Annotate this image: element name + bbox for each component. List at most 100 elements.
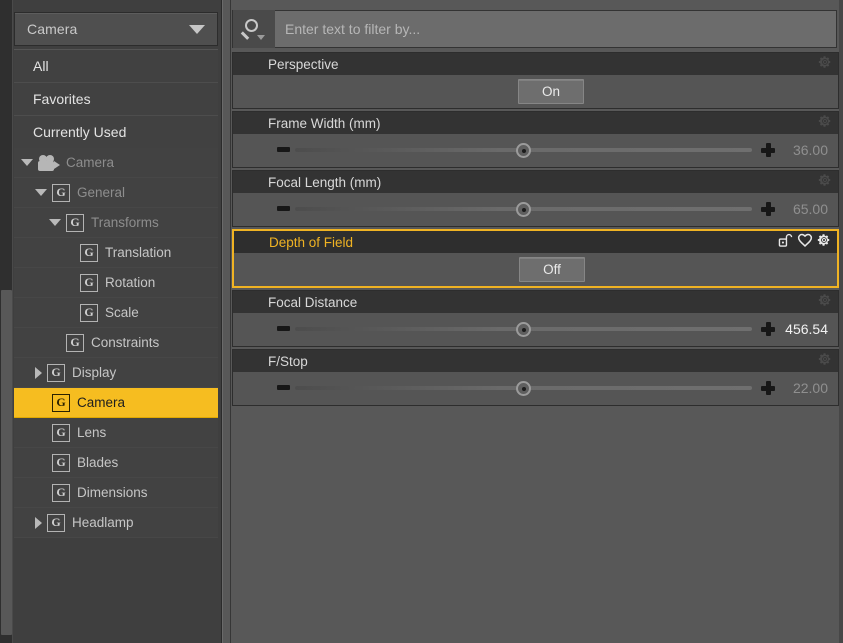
tree-expand-icon[interactable] (35, 516, 42, 529)
increment-button-focal-length-mm[interactable] (761, 202, 775, 216)
slider-handle-focal-distance[interactable] (516, 322, 531, 337)
slider-handle-frame-width-mm[interactable] (516, 143, 531, 158)
tree-twisty-spacer (63, 309, 75, 316)
property-depth-of-field: Depth of Field Off (232, 229, 839, 288)
filter-item-label: Currently Used (33, 124, 127, 140)
g-badge-icon: G (66, 213, 84, 232)
property-focal-distance: Focal Distance 456.54 (232, 290, 839, 347)
tree-item-general[interactable]: G General (14, 178, 218, 208)
gear-icon[interactable] (818, 173, 832, 192)
filter-item-all[interactable]: All (14, 50, 218, 83)
g-badge-icon: G (52, 423, 70, 442)
tree-item-label: Dimensions (77, 485, 148, 500)
value-field-focal-distance[interactable]: 456.54 (785, 313, 828, 346)
scene-object-dropdown-label: Camera (27, 21, 78, 37)
chevron-down-icon (189, 24, 205, 34)
sidebar-scrollbar-thumb[interactable] (1, 290, 12, 635)
tree-item-headlamp[interactable]: G Headlamp (14, 508, 218, 538)
value-field-focal-length-mm[interactable]: 65.00 (793, 193, 828, 226)
tree-item-display[interactable]: G Display (14, 358, 218, 388)
property-title: Focal Length (mm) (268, 174, 382, 190)
g-badge-icon: G (66, 333, 84, 352)
heart-icon[interactable] (797, 233, 813, 252)
property-title: Depth of Field (269, 234, 354, 250)
tree-item-rotation[interactable]: G Rotation (14, 268, 218, 298)
slider-handle-focal-length-mm[interactable] (516, 202, 531, 217)
property-header-icons (818, 171, 832, 193)
properties-panel: PerspectiveOnFrame Width (mm)36.00Focal … (231, 0, 843, 643)
property-header-icons (818, 112, 832, 134)
tree-item-dimensions[interactable]: G Dimensions (14, 478, 218, 508)
filter-item-label: All (33, 58, 49, 74)
tree-twisty-spacer (49, 339, 61, 346)
decrement-button-focal-length-mm[interactable] (277, 206, 290, 211)
panel-splitter[interactable] (222, 0, 231, 643)
property-header-frame-width-mm: Frame Width (mm) (233, 112, 838, 134)
tree-item-transforms[interactable]: G Transforms (14, 208, 218, 238)
tree-item-translation[interactable]: G Translation (14, 238, 218, 268)
filter-item-favorites[interactable]: Favorites (14, 83, 218, 116)
gear-icon[interactable] (818, 293, 832, 312)
tree-item-label: General (77, 185, 126, 200)
property-header-focal-distance: Focal Distance (233, 291, 838, 313)
sidebar-scrollbar[interactable] (0, 0, 13, 643)
decrement-button-focal-distance[interactable] (277, 326, 290, 331)
tree-collapse-icon[interactable] (49, 219, 61, 226)
filter-item-currently-used[interactable]: Currently Used (14, 116, 218, 149)
g-badge-icon: G (80, 303, 98, 322)
gear-icon[interactable] (818, 55, 832, 74)
property-perspective: Perspective On (232, 52, 839, 109)
filter-item-label: Favorites (33, 91, 91, 107)
property-header-icons (818, 350, 832, 372)
g-badge-icon: G (52, 183, 70, 202)
property-focal-length-mm: Focal Length (mm) 65.00 (232, 170, 839, 227)
g-badge-icon: G (52, 393, 70, 412)
property-header-icons (818, 53, 832, 75)
search-input[interactable] (275, 11, 836, 47)
tree-item-label: Camera (66, 155, 115, 170)
properties-scrollbar[interactable] (839, 0, 843, 643)
magnifier-icon[interactable] (233, 10, 275, 48)
property-body-frame-width-mm: 36.00 (233, 134, 838, 167)
unlock-icon[interactable] (778, 233, 793, 252)
property-title: F/Stop (268, 353, 308, 369)
decrement-button-frame-width-mm[interactable] (277, 147, 290, 152)
tree-twisty-spacer (63, 279, 75, 286)
g-badge-icon: G (47, 363, 65, 382)
tree-expand-icon[interactable] (35, 366, 42, 379)
property-header-perspective: Perspective (233, 53, 838, 75)
tree-twisty-spacer (35, 429, 47, 436)
tree-item-constraints[interactable]: G Constraints (14, 328, 218, 358)
value-field-f-stop[interactable]: 22.00 (793, 372, 828, 405)
value-field-frame-width-mm[interactable]: 36.00 (793, 134, 828, 167)
tree-item-label: Display (72, 365, 117, 380)
gear-icon[interactable] (817, 233, 831, 252)
tree-item-label: Scale (105, 305, 139, 320)
slider-handle-f-stop[interactable] (516, 381, 531, 396)
gear-icon[interactable] (818, 114, 832, 133)
tree-item-scale[interactable]: G Scale (14, 298, 218, 328)
increment-button-frame-width-mm[interactable] (761, 143, 775, 157)
decrement-button-f-stop[interactable] (277, 385, 290, 390)
tree-collapse-icon[interactable] (21, 159, 33, 166)
tree-twisty-spacer (35, 459, 47, 466)
tree-collapse-icon[interactable] (35, 189, 47, 196)
toggle-button-perspective[interactable]: On (518, 79, 584, 104)
property-frame-width-mm: Frame Width (mm) 36.00 (232, 111, 839, 168)
gear-icon[interactable] (818, 352, 832, 371)
tree-item-camera[interactable]: Camera (14, 148, 218, 178)
toggle-button-depth-of-field[interactable]: Off (519, 257, 585, 282)
tree-item-blades[interactable]: G Blades (14, 448, 218, 478)
increment-button-f-stop[interactable] (761, 381, 775, 395)
tree-item-label: Lens (77, 425, 107, 440)
property-header-icons (778, 231, 831, 253)
scene-object-dropdown[interactable]: Camera (14, 12, 218, 46)
tree-item-label: Constraints (91, 335, 160, 350)
filter-list: All Favorites Currently Used (14, 49, 218, 149)
property-header-f-stop: F/Stop (233, 350, 838, 372)
increment-button-focal-distance[interactable] (761, 322, 775, 336)
property-body-perspective: On (233, 75, 838, 108)
tree-item-lens[interactable]: G Lens (14, 418, 218, 448)
property-title: Frame Width (mm) (268, 115, 381, 131)
tree-item-camera[interactable]: G Camera (14, 388, 218, 418)
